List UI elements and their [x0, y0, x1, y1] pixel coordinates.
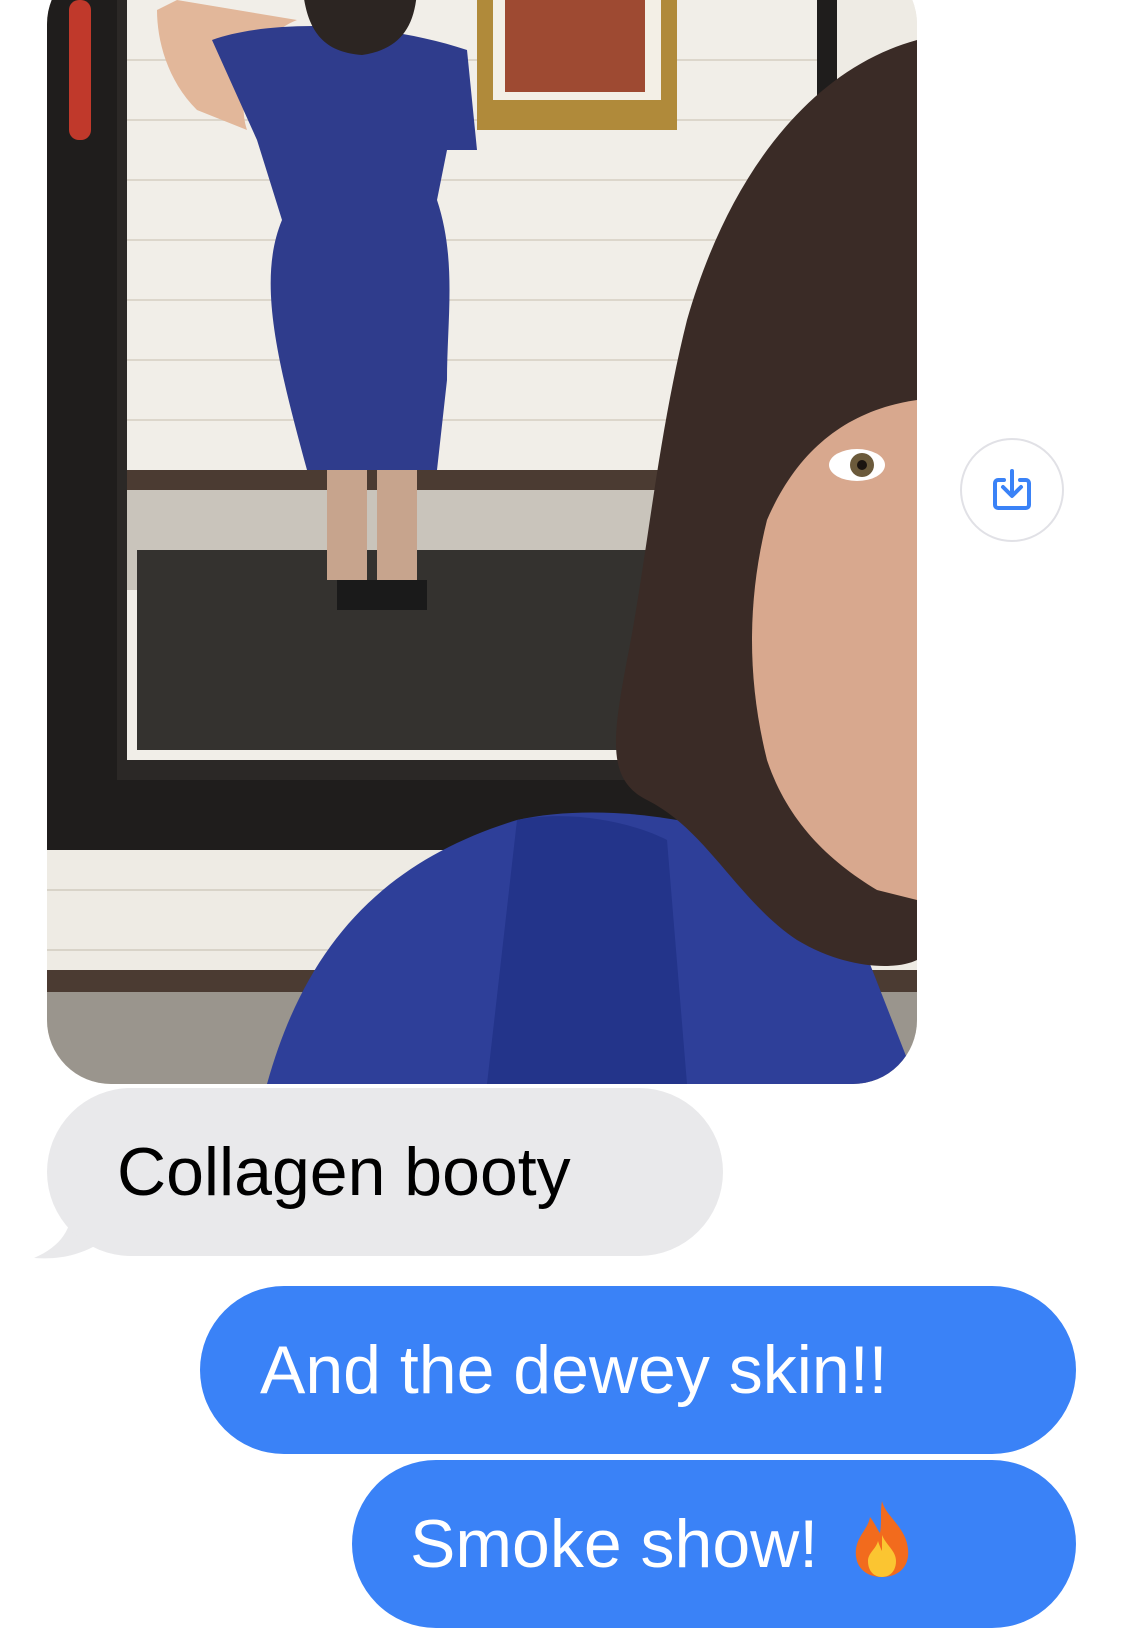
message-text: Smoke show! — [410, 1506, 819, 1582]
message-text: Collagen booty — [117, 1134, 571, 1210]
photo-attachment[interactable] — [47, 0, 917, 1084]
selfie-mirror-photo — [47, 0, 917, 1084]
received-message-bubble[interactable]: Collagen booty — [47, 1088, 723, 1256]
sent-message-bubble[interactable]: Smoke show! — [352, 1460, 1076, 1628]
fire-emoji-icon — [850, 1499, 914, 1590]
message-text: And the dewey skin!! — [260, 1332, 888, 1408]
download-icon — [993, 469, 1031, 510]
sent-message-bubble[interactable]: And the dewey skin!! — [200, 1286, 1076, 1454]
save-attachment-button[interactable] — [960, 438, 1064, 542]
